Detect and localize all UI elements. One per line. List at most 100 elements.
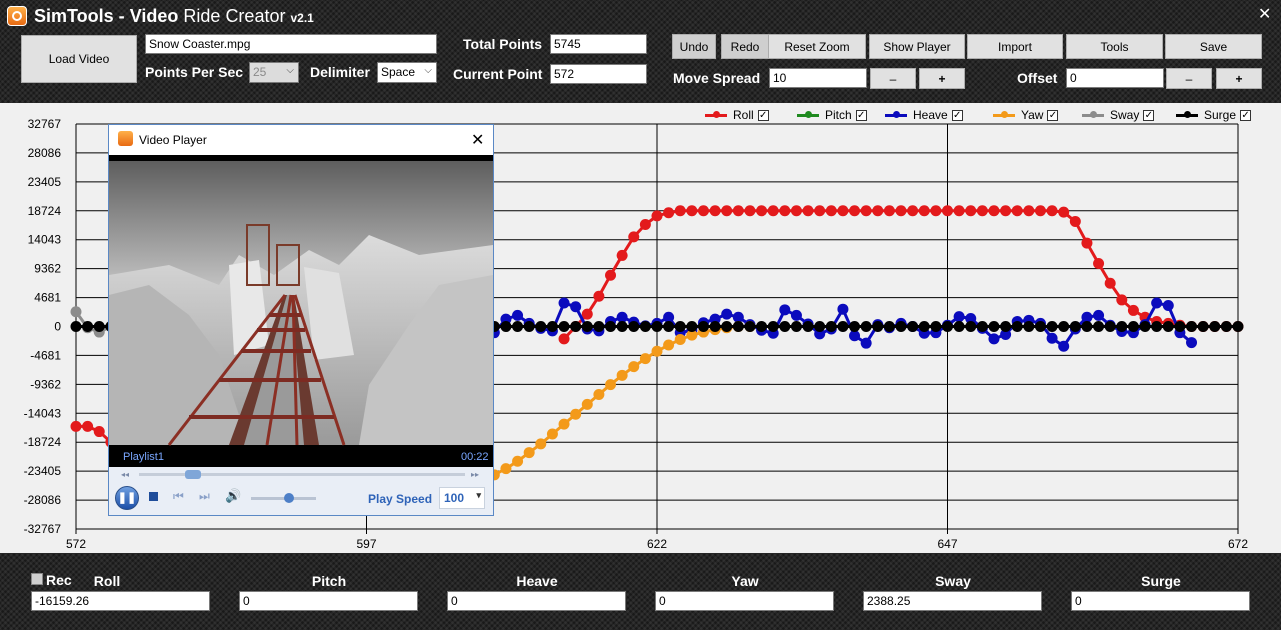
points-per-sec-select[interactable]: 25 ⌵: [249, 62, 299, 83]
data-point-surge[interactable]: [1197, 321, 1209, 332]
volume-slider[interactable]: [251, 493, 316, 503]
data-point-surge[interactable]: [82, 321, 94, 332]
delimiter-select[interactable]: Space ⌵: [377, 62, 437, 83]
data-point-surge[interactable]: [1058, 321, 1070, 332]
data-point-surge[interactable]: [767, 321, 779, 332]
data-point-roll[interactable]: [965, 205, 977, 217]
data-point-heave[interactable]: [790, 309, 802, 321]
data-point-heave[interactable]: [1046, 332, 1058, 344]
data-point-surge[interactable]: [744, 321, 756, 332]
video-player-titlebar[interactable]: Video Player ✕: [109, 125, 493, 155]
data-point-roll[interactable]: [1127, 304, 1139, 316]
data-point-yaw[interactable]: [605, 379, 617, 391]
redo-button[interactable]: Redo: [721, 34, 769, 59]
data-point-roll[interactable]: [82, 420, 94, 432]
legend-checkbox-heave[interactable]: ✓: [951, 109, 963, 121]
data-point-roll[interactable]: [593, 290, 605, 302]
data-point-surge[interactable]: [1186, 321, 1198, 332]
data-point-roll[interactable]: [674, 205, 686, 217]
data-point-heave[interactable]: [1058, 340, 1070, 352]
data-point-yaw[interactable]: [535, 438, 547, 450]
data-point-surge[interactable]: [1093, 321, 1105, 332]
data-point-surge[interactable]: [581, 321, 593, 332]
data-point-surge[interactable]: [860, 321, 872, 332]
data-point-roll[interactable]: [732, 205, 744, 217]
pause-icon[interactable]: ❚❚: [115, 486, 139, 510]
data-point-roll[interactable]: [1000, 205, 1012, 217]
data-point-roll[interactable]: [930, 205, 942, 217]
data-point-heave[interactable]: [1186, 337, 1198, 349]
data-point-roll[interactable]: [744, 205, 756, 217]
offset-field[interactable]: 0: [1066, 68, 1164, 88]
data-point-roll[interactable]: [779, 205, 791, 217]
current-point-field[interactable]: 572: [550, 64, 647, 84]
data-point-surge[interactable]: [1116, 321, 1128, 332]
next-track-icon[interactable]: ⏭: [199, 489, 210, 504]
data-point-yaw[interactable]: [512, 455, 524, 467]
data-point-surge[interactable]: [1081, 321, 1093, 332]
save-button[interactable]: Save: [1165, 34, 1262, 59]
data-point-surge[interactable]: [697, 321, 709, 332]
data-point-heave[interactable]: [558, 297, 570, 309]
data-point-yaw[interactable]: [570, 408, 582, 420]
data-point-heave[interactable]: [570, 301, 582, 313]
data-point-roll[interactable]: [70, 420, 82, 432]
close-icon[interactable]: ✕: [471, 130, 484, 150]
data-point-roll[interactable]: [883, 205, 895, 217]
data-point-roll[interactable]: [697, 205, 709, 217]
data-point-roll[interactable]: [605, 269, 617, 281]
show-player-button[interactable]: Show Player: [869, 34, 965, 59]
readout-field-surge[interactable]: 0: [1071, 591, 1250, 611]
data-point-roll[interactable]: [953, 205, 965, 217]
data-point-roll[interactable]: [686, 205, 698, 217]
data-point-roll[interactable]: [825, 205, 837, 217]
data-point-surge[interactable]: [93, 321, 105, 332]
data-point-surge[interactable]: [1232, 321, 1244, 332]
readout-field-roll[interactable]: -16159.26: [31, 591, 210, 611]
data-point-surge[interactable]: [1011, 321, 1023, 332]
data-point-surge[interactable]: [802, 321, 814, 332]
data-point-heave[interactable]: [953, 311, 965, 323]
data-point-surge[interactable]: [1220, 321, 1232, 332]
data-point-surge[interactable]: [1139, 321, 1151, 332]
video-file-field[interactable]: Snow Coaster.mpg: [145, 34, 437, 54]
data-point-roll[interactable]: [860, 205, 872, 217]
data-point-roll[interactable]: [1069, 215, 1081, 227]
data-point-surge[interactable]: [674, 321, 686, 332]
data-point-heave[interactable]: [1162, 299, 1174, 311]
data-point-yaw[interactable]: [639, 353, 651, 365]
readout-field-heave[interactable]: 0: [447, 591, 626, 611]
legend-checkbox-surge[interactable]: ✓: [1240, 109, 1252, 121]
data-point-surge[interactable]: [593, 321, 605, 332]
data-point-surge[interactable]: [872, 321, 884, 332]
data-point-surge[interactable]: [686, 321, 698, 332]
data-point-roll[interactable]: [709, 205, 721, 217]
rewind-icon[interactable]: ◂◂: [121, 470, 129, 479]
data-point-surge[interactable]: [570, 321, 582, 332]
data-point-surge[interactable]: [976, 321, 988, 332]
data-point-surge[interactable]: [918, 321, 930, 332]
legend-checkbox-yaw[interactable]: ✓: [1047, 109, 1059, 121]
data-point-surge[interactable]: [1046, 321, 1058, 332]
data-point-yaw[interactable]: [651, 345, 663, 357]
readout-field-sway[interactable]: 2388.25: [863, 591, 1042, 611]
legend-checkbox-roll[interactable]: ✓: [757, 109, 769, 121]
data-point-yaw[interactable]: [581, 398, 593, 410]
data-point-surge[interactable]: [558, 321, 570, 332]
data-point-surge[interactable]: [779, 321, 791, 332]
data-point-heave[interactable]: [1151, 297, 1163, 309]
data-point-surge[interactable]: [512, 321, 524, 332]
data-point-roll[interactable]: [1046, 205, 1058, 217]
data-point-roll[interactable]: [814, 205, 826, 217]
data-point-roll[interactable]: [558, 333, 570, 345]
data-point-yaw[interactable]: [546, 428, 558, 440]
data-point-roll[interactable]: [1011, 205, 1023, 217]
total-points-field[interactable]: 5745: [550, 34, 647, 54]
data-point-surge[interactable]: [1162, 321, 1174, 332]
data-point-surge[interactable]: [546, 321, 558, 332]
data-point-roll[interactable]: [907, 205, 919, 217]
reset-zoom-button[interactable]: Reset Zoom: [768, 34, 866, 59]
offset-plus-button[interactable]: +: [1216, 68, 1262, 89]
offset-minus-button[interactable]: –: [1166, 68, 1212, 89]
data-point-surge[interactable]: [1174, 321, 1186, 332]
